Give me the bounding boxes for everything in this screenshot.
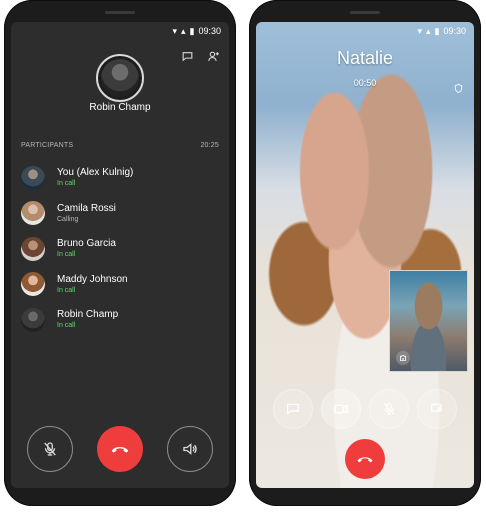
participant-name: Maddy Johnson (57, 273, 128, 285)
signal-icon: ▴ (180, 25, 186, 36)
avatar (101, 59, 139, 97)
add-participant-icon (207, 51, 219, 61)
participants-list: You (Alex Kulnig) In call Camila Rossi C… (21, 160, 219, 338)
chat-icon (287, 403, 299, 415)
participant-status: In call (57, 251, 76, 259)
video-call-screen: ▾ ▴ ▮ 09:30 Natalie 00:50 (256, 22, 474, 488)
end-call-icon (357, 457, 373, 463)
battery-icon: ▮ (434, 25, 440, 36)
end-call-button[interactable] (345, 439, 385, 479)
screen-share-button[interactable] (417, 389, 457, 429)
participant-status: In call (57, 286, 76, 294)
avatar (21, 236, 45, 261)
video-controls (273, 389, 457, 429)
battery-icon: ▮ (189, 25, 195, 36)
status-time: 09:30 (443, 26, 466, 36)
speaker-icon (183, 443, 197, 455)
participant-row[interactable]: Robin Champ In call (21, 302, 219, 338)
participant-name: You (Alex Kulnig) (57, 167, 134, 179)
add-participant-button[interactable] (205, 48, 221, 64)
participant-name: Camila Rossi (57, 202, 116, 214)
call-timer: 00:50 (353, 78, 377, 88)
screen-share-icon (431, 403, 442, 412)
mic-off-icon (383, 403, 395, 415)
video-icon (334, 404, 348, 414)
participant-row[interactable]: Bruno Garcia In call (21, 231, 219, 267)
status-time: 09:30 (198, 26, 221, 36)
caller-name: Natalie (336, 48, 394, 68)
participant-row[interactable]: Camila Rossi Calling (21, 196, 219, 232)
mic-off-icon (44, 442, 56, 456)
participants-header: PARTICIPANTS 20:25 (21, 142, 219, 149)
wifi-icon: ▾ (172, 25, 177, 36)
chat-button[interactable] (179, 48, 195, 64)
left-phone: ▾ ▴ ▮ 09:30 Robin Champ PARTICIPANTS 20:… (4, 0, 236, 506)
call-controls (27, 426, 213, 472)
mute-button[interactable] (27, 426, 73, 472)
group-call-screen: ▾ ▴ ▮ 09:30 Robin Champ PARTICIPANTS 20:… (11, 22, 229, 488)
participant-status: In call (57, 322, 76, 330)
participant-status: In call (57, 180, 76, 188)
call-duration: 20:25 (200, 142, 219, 149)
end-call-button[interactable] (97, 426, 143, 472)
speaker-button[interactable] (167, 426, 213, 472)
participant-name: Robin Champ (57, 309, 119, 321)
participant-name: Bruno Garcia (57, 238, 116, 250)
mute-button[interactable] (369, 389, 409, 429)
status-bar: ▾ ▴ ▮ 09:30 (11, 22, 229, 40)
participant-row[interactable]: Maddy Johnson In call (21, 267, 219, 303)
avatar (21, 165, 45, 190)
host-avatar (96, 54, 144, 102)
host-name: Robin Champ (89, 102, 151, 113)
end-call-icon (111, 447, 129, 453)
camera-switch-button[interactable] (396, 351, 410, 365)
avatar (21, 272, 45, 297)
wifi-icon: ▾ (417, 25, 422, 36)
video-toggle-button[interactable] (321, 389, 361, 429)
top-actions (179, 48, 221, 64)
avatar (21, 201, 45, 226)
participant-row[interactable]: You (Alex Kulnig) In call (21, 160, 219, 196)
shield-icon (454, 83, 463, 94)
phone-speaker (350, 11, 380, 14)
phone-speaker (105, 11, 135, 14)
self-video-preview[interactable] (389, 270, 468, 372)
avatar (21, 307, 45, 332)
right-phone: ▾ ▴ ▮ 09:30 Natalie 00:50 (249, 0, 481, 506)
participants-label: PARTICIPANTS (21, 142, 74, 149)
chat-button[interactable] (273, 389, 313, 429)
signal-icon: ▴ (425, 25, 431, 36)
chat-icon (182, 51, 192, 61)
status-bar: ▾ ▴ ▮ 09:30 (256, 22, 474, 40)
participant-status: Calling (57, 215, 79, 223)
camera-switch-icon (400, 355, 406, 361)
